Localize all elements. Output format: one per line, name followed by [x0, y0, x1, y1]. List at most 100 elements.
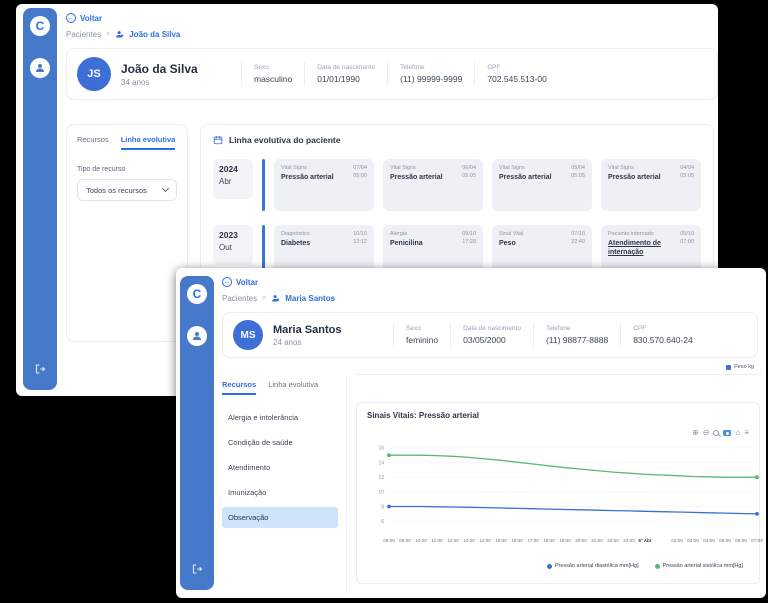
- chart-legend: Pressão arterial diastólica mm[Hg] Pressã…: [367, 563, 749, 569]
- tab-recursos[interactable]: Recursos: [222, 380, 256, 395]
- svg-text:10:00: 10:00: [415, 538, 427, 543]
- svg-text:17:00: 17:00: [527, 538, 539, 543]
- svg-text:15:00: 15:00: [495, 538, 507, 543]
- zoom-in-icon[interactable]: ⊕: [692, 429, 699, 437]
- timeline-event-card[interactable]: Vital Signs07/04Pressão arterial05:00: [274, 159, 374, 211]
- back-arrow-icon: [66, 13, 76, 23]
- timeline-group: 2024AbrVital Signs07/04Pressão arterial0…: [213, 159, 701, 211]
- event-title: Diabetes: [281, 239, 349, 248]
- patient-age: 34 anos: [121, 78, 241, 87]
- timeline-event-card[interactable]: Vital Signs05/04Pressão arterial05:05: [492, 159, 592, 211]
- breadcrumb-current-patient: João da Silva: [129, 30, 180, 39]
- patient-field: Data de nascimento01/01/1990: [304, 62, 387, 86]
- svg-text:12: 12: [378, 475, 384, 481]
- svg-text:23:00: 23:00: [623, 538, 635, 543]
- window-patient-maria: C Voltar Pacientes > Maria: [176, 268, 766, 598]
- legend-item[interactable]: Pressão arterial diastólica mm[Hg]: [547, 563, 639, 569]
- app-logo-icon[interactable]: C: [187, 284, 207, 304]
- resource-menu: Alergia e intolerância Condição de saúde A…: [222, 407, 338, 528]
- event-date: 10/10: [353, 231, 367, 237]
- legend-label: Pressão arterial sistólica mm[Hg]: [663, 563, 743, 569]
- logout-icon[interactable]: [191, 562, 203, 580]
- tab-linha-evolutiva[interactable]: Linha evolutiva: [121, 135, 176, 150]
- vitals-chart-card: Sinais Vitais: Pressão arterial ⊕⊖⌂≡ 161…: [356, 402, 760, 584]
- legend-label: Pressão arterial diastólica mm[Hg]: [555, 563, 639, 569]
- event-time: 22:40: [571, 239, 585, 248]
- peso-legend-item[interactable]: Peso kg: [726, 364, 754, 370]
- event-title: Peso: [499, 239, 567, 248]
- breadcrumb-current-patient: Maria Santos: [285, 294, 335, 303]
- field-value: 03/05/2000: [463, 335, 521, 345]
- field-label: Data de nascimento: [463, 325, 521, 332]
- patient-person-icon: [115, 30, 124, 39]
- legend-marker-icon: [655, 564, 660, 569]
- field-label: CPF: [633, 325, 693, 332]
- menu-item[interactable]: Atendimento: [222, 457, 338, 478]
- patient-field: Telefone(11) 98877-8888: [533, 323, 620, 347]
- back-button[interactable]: Voltar: [66, 13, 102, 23]
- svg-text:12:00: 12:00: [447, 538, 459, 543]
- select-value: Todos os recursos: [86, 186, 147, 195]
- event-category: Paciente internado: [608, 231, 676, 237]
- svg-text:16:00: 16:00: [511, 538, 523, 543]
- timeline-event-card[interactable]: Vital Signs04/04Pressão arterial05:05: [601, 159, 701, 211]
- tab-recursos[interactable]: Recursos: [77, 135, 109, 150]
- panel-tabs: Recursos Linha evolutiva: [77, 135, 177, 150]
- breadcrumb-patients[interactable]: Pacientes: [222, 294, 257, 303]
- breadcrumb-separator: >: [106, 31, 110, 38]
- zoom-out-icon[interactable]: ⊖: [703, 429, 710, 437]
- svg-text:21:00: 21:00: [591, 538, 603, 543]
- timeline-event-card[interactable]: Vital Signs06/04Pressão arterial05:05: [383, 159, 483, 211]
- timeline-year: 2023: [219, 230, 247, 240]
- svg-text:19:00: 19:00: [559, 538, 571, 543]
- event-title: Pressão arterial: [608, 173, 676, 182]
- event-title: Pressão arterial: [281, 173, 349, 182]
- menu-item[interactable]: Imunização: [222, 482, 338, 503]
- event-date: 07/04: [353, 165, 367, 171]
- svg-text:02:00: 02:00: [671, 538, 683, 543]
- patient-name: Maria Santos: [273, 324, 393, 336]
- back-label: Voltar: [80, 14, 102, 23]
- svg-text:06:00: 06:00: [735, 538, 747, 543]
- event-time: 05:05: [680, 173, 694, 182]
- event-date: 04/04: [680, 165, 694, 171]
- breadcrumb: Pacientes > João da Silva: [66, 30, 714, 39]
- field-label: CPF: [487, 64, 547, 71]
- tab-linha-evolutiva[interactable]: Linha evolutiva: [268, 380, 318, 395]
- menu-item[interactable]: Condição de saúde: [222, 432, 338, 453]
- svg-text:13:00: 13:00: [463, 538, 475, 543]
- patients-nav-icon[interactable]: [187, 326, 207, 346]
- logout-icon[interactable]: [34, 362, 46, 380]
- resource-type-label: Tipo de recurso: [77, 166, 177, 173]
- home-icon[interactable]: ⌂: [735, 429, 740, 437]
- peso-legend-label: Peso kg: [734, 364, 754, 370]
- menu-icon[interactable]: ≡: [744, 429, 749, 437]
- back-button[interactable]: Voltar: [222, 277, 258, 287]
- patients-nav-icon[interactable]: [30, 58, 50, 78]
- patient-field: Telefone(11) 99999-9999: [387, 62, 474, 86]
- zoom-icon[interactable]: [713, 430, 719, 436]
- field-value: feminino: [406, 335, 438, 345]
- legend-item[interactable]: Pressão arterial sistólica mm[Hg]: [655, 563, 743, 569]
- field-value: (11) 99999-9999: [400, 74, 462, 84]
- timeline-period-chip: 2024Abr: [213, 159, 253, 199]
- event-date: 07/10: [571, 231, 585, 237]
- menu-item[interactable]: Observação: [222, 507, 338, 528]
- screenshot-stage: C Voltar Pacientes >: [0, 0, 768, 603]
- app-logo-icon[interactable]: C: [30, 16, 50, 36]
- svg-text:14: 14: [378, 460, 384, 466]
- field-label: Sexo: [254, 64, 292, 71]
- chevron-down-icon: [162, 185, 169, 192]
- camera-icon[interactable]: [723, 430, 731, 436]
- breadcrumb: Pacientes > Maria Santos: [222, 294, 762, 303]
- event-time: 07:00: [680, 239, 694, 257]
- patient-avatar: MS: [233, 320, 263, 350]
- field-value: 01/01/1990: [317, 74, 375, 84]
- timeline-title: Linha evolutiva do paciente: [229, 135, 340, 145]
- resource-type-select[interactable]: Todos os recursos: [77, 179, 177, 201]
- breadcrumb-separator: >: [262, 295, 266, 302]
- field-value: masculino: [254, 74, 292, 84]
- menu-item[interactable]: Alergia e intolerância: [222, 407, 338, 428]
- patient-summary-card: JS João da Silva 34 anos SexomasculinoDa…: [66, 48, 718, 100]
- breadcrumb-patients[interactable]: Pacientes: [66, 30, 101, 39]
